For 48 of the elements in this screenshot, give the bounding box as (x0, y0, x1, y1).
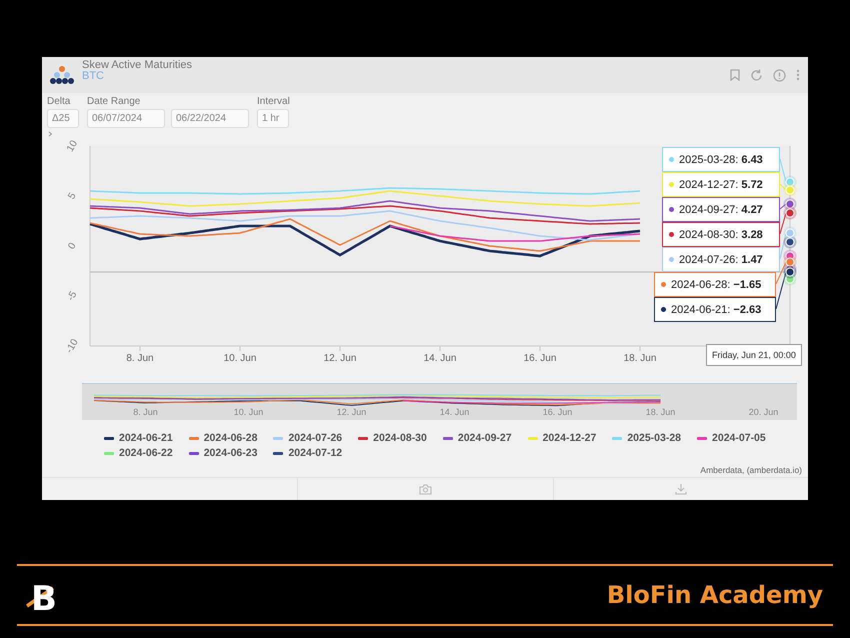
navigator-label: 10. Jun (234, 407, 264, 417)
tooltip-text: 2025-03-28: 6.43 (679, 154, 763, 166)
date-tooltip: Friday, Jun 21, 00:00 (706, 344, 802, 366)
input-field[interactable]: 06/22/2024 (171, 109, 249, 128)
y-tick-label: 0 (66, 241, 79, 252)
legend-item[interactable]: 2025-03-28 (612, 432, 682, 444)
legend-item[interactable]: 2024-09-27 (442, 432, 512, 444)
asset-label: BTC (82, 71, 105, 82)
tooltip-text: 2024-07-26: 1.47 (679, 254, 763, 266)
legend-item[interactable]: 2024-08-30 (358, 432, 427, 444)
y-tick-label: -5 (65, 290, 80, 303)
field-label: Delta (47, 96, 72, 107)
y-tick-label: -10 (64, 337, 81, 356)
legend-item[interactable]: 2024-06-21 (104, 432, 173, 444)
navigator-label: 8. Jun (133, 407, 158, 417)
legend-item[interactable]: 2024-07-12 (273, 447, 342, 459)
input-field[interactable]: Δ25 (47, 109, 79, 128)
y-tick-label: 10 (64, 139, 80, 154)
x-tick-label: 10. Jun (224, 353, 256, 364)
widget-title: Skew Active Maturities (82, 60, 192, 71)
x-tick-label: 12. Jun (324, 353, 356, 364)
tooltip-text: 2024-06-21: −2.63 (671, 304, 762, 316)
legend-item[interactable]: 2024-07-26 (273, 432, 342, 444)
tooltip-text: 2024-09-27: 4.27 (679, 204, 763, 216)
x-tick-label: 16. Jun (524, 353, 556, 364)
legend-item[interactable]: 2024-12-27 (528, 432, 596, 444)
legend-item[interactable]: 2024-06-23 (188, 447, 258, 459)
tooltip-text: 2024-12-27: 5.72 (679, 178, 763, 190)
navigator-label: 14. Jun (440, 407, 470, 417)
x-tick-label: 18. Jun (624, 353, 656, 364)
legend-item[interactable]: 2024-06-22 (104, 447, 173, 459)
navigator-label: 16. Jun (542, 407, 572, 417)
x-tick-label: 14. Jun (424, 353, 456, 364)
tooltip-text: 2024-06-28: −1.65 (671, 278, 762, 290)
x-tick-label: 8. Jun (126, 353, 154, 364)
navigator-label: 18. Jun (646, 407, 676, 417)
credit-text: Amberdata, (amberdata.io) (700, 464, 803, 475)
field-label: Date Range (87, 96, 142, 107)
navigator-label: 12. Jun (336, 407, 366, 417)
brand-name: BloFin Academy (606, 581, 823, 609)
input-field[interactable]: 06/07/2024 (87, 109, 165, 128)
y-tick-label: 5 (66, 191, 79, 202)
legend-item[interactable]: 2024-06-28 (188, 432, 258, 444)
legend-item[interactable]: 2024-07-05 (697, 432, 766, 444)
field-label: Interval (257, 96, 290, 107)
input-field[interactable]: 1 hr (257, 109, 289, 128)
tooltip-text: 2024-08-30: 3.28 (679, 228, 763, 240)
navigator-label: 20. Jun (748, 407, 778, 417)
